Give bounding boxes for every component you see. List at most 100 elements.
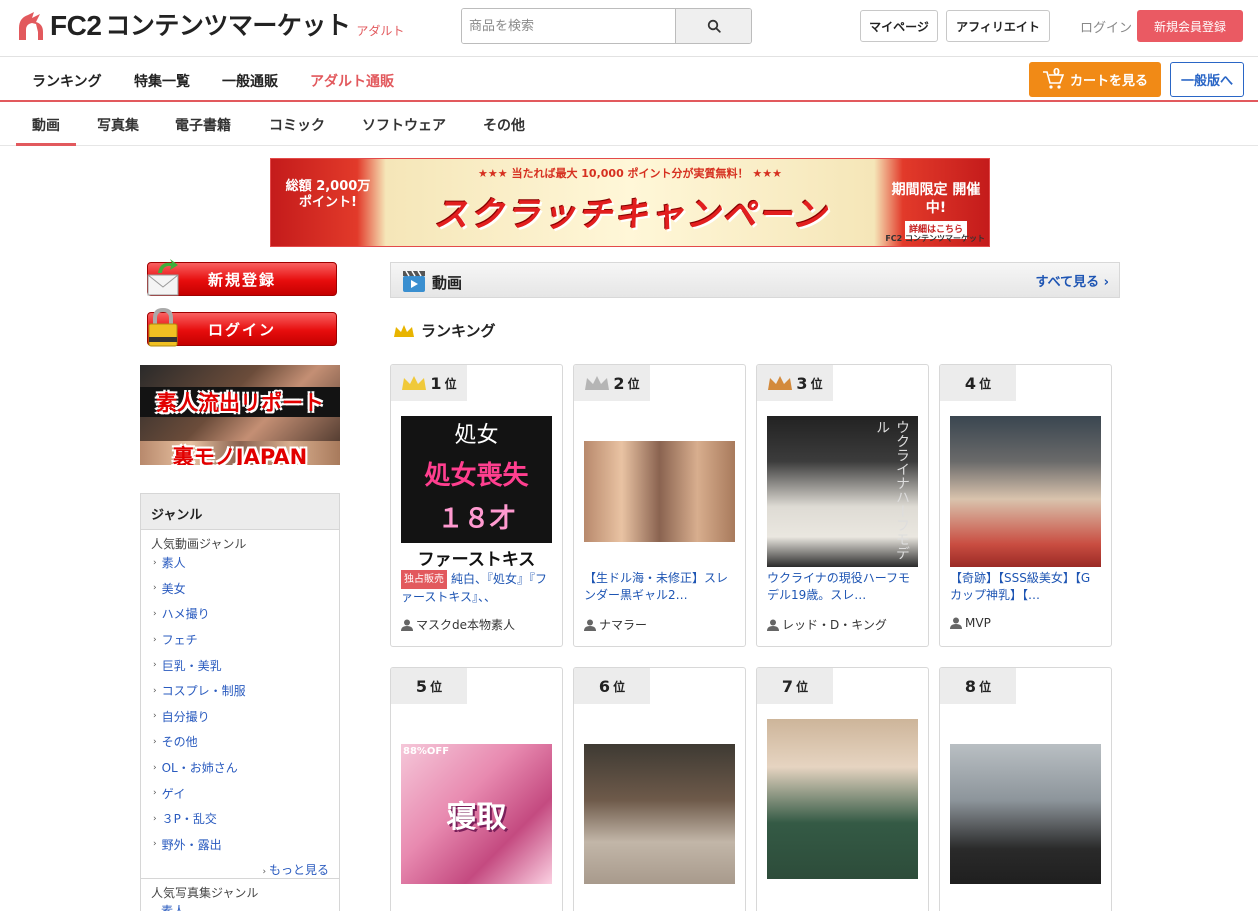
scratch-campaign-banner[interactable]: ★★★ 当たれば最大 10,000 ポイント分が実質無料！ ★★★ 総額 2,0…	[270, 158, 990, 247]
seller-link[interactable]: ナマラー	[584, 616, 647, 633]
see-all-link[interactable]: すべて見る ›	[1036, 271, 1109, 290]
genre-item[interactable]: › 巨乳・美乳	[141, 652, 339, 678]
silver-crown-icon	[585, 376, 610, 390]
product-thumbnail[interactable]: ウクライナハーフモデル	[767, 416, 918, 567]
rank-badge: 8位	[940, 668, 1016, 704]
arrow-icon: ›	[153, 736, 157, 747]
genre-item[interactable]: › ゲイ	[141, 780, 339, 806]
mypage-button[interactable]: マイページ	[860, 10, 938, 42]
tab-photobooks[interactable]: 写真集	[97, 115, 139, 135]
genre-item[interactable]: › 素人	[141, 550, 339, 576]
sidebar-ad-banner[interactable]: 素人流出リポート 裏モノJAPAN	[140, 365, 340, 465]
arrow-icon: ›	[153, 634, 157, 645]
genre-list: › 素人 › 美女 › ハメ撮り › フェチ › 巨乳・美乳 › コスプレ・制服 › 自分撮り…	[141, 550, 339, 857]
arrow-icon: ›	[153, 583, 157, 594]
product-thumbnail[interactable]	[950, 416, 1101, 567]
genre-item[interactable]: › 自分撮り	[141, 704, 339, 730]
seller-link[interactable]: レッド・D・キング	[767, 616, 887, 633]
rank-badge: 5位	[391, 668, 467, 704]
nav-features[interactable]: 特集一覧	[134, 71, 190, 91]
gold-crown-icon	[402, 376, 427, 390]
arrow-icon: ›	[153, 788, 157, 799]
cart-icon: 0	[1042, 67, 1065, 90]
logo-adult-label: アダルト	[356, 24, 405, 38]
photo-genre-item[interactable]: 素人	[161, 902, 185, 911]
logo-fc2-text: FC2	[50, 10, 102, 41]
cart-label: カートを見る	[1069, 74, 1148, 89]
product-title[interactable]: ウクライナの現役ハーフモデル19歳。スレ…	[767, 570, 919, 604]
tab-other[interactable]: その他	[483, 115, 525, 135]
nav-adult-shop[interactable]: アダルト通販	[310, 71, 394, 91]
popular-video-genres-label: 人気動画ジャンル	[151, 537, 247, 551]
ranking-card[interactable]: 5位 88%OFF 寝取	[390, 667, 563, 911]
ranking-heading: ランキング	[393, 320, 496, 341]
product-thumbnail[interactable]: 88%OFF 寝取	[401, 744, 552, 884]
discount-label: 88%OFF	[403, 746, 450, 757]
ranking-card[interactable]: 8位	[939, 667, 1112, 911]
popular-photo-genres-label: 人気写真集ジャンル	[141, 878, 339, 901]
tab-videos[interactable]: 動画	[32, 115, 60, 135]
genre-item[interactable]: › コスプレ・制服	[141, 678, 339, 704]
product-thumbnail[interactable]	[584, 744, 735, 884]
rank-badge: 7位	[757, 668, 833, 704]
sidebar-register-label: 新規登録	[207, 270, 276, 289]
arrow-icon: ›	[153, 608, 157, 619]
tab-comics[interactable]: コミック	[269, 115, 325, 135]
seller-link[interactable]: マスクde本物素人	[401, 616, 515, 633]
genre-item[interactable]: › OL・お姉さん	[141, 755, 339, 781]
sidebar-login-button[interactable]: ログイン	[147, 307, 337, 347]
clapperboard-icon	[403, 270, 425, 292]
tab-software[interactable]: ソフトウェア	[362, 115, 446, 135]
affiliate-button[interactable]: アフィリエイト	[946, 10, 1050, 42]
unicorn-logo-icon	[19, 12, 43, 40]
ranking-card[interactable]: 1位 処女 処女喪失 １８才 ファーストキス 独占販売 純白、『処女』『ファースト…	[390, 364, 563, 647]
ranking-card[interactable]: 4位 【奇跡】【SSS級美女】【Gカップ神乳】【… MVP	[939, 364, 1112, 647]
genre-item[interactable]: › フェチ	[141, 627, 339, 653]
bronze-crown-icon	[768, 376, 793, 390]
genre-more-link[interactable]: › もっと見る	[263, 861, 329, 878]
arrow-icon: ›	[153, 685, 157, 696]
genre-item[interactable]: › ３P・乱交	[141, 806, 339, 832]
tab-ebooks[interactable]: 電子書籍	[175, 115, 231, 135]
sidebar-login-label: ログイン	[207, 320, 276, 339]
banner-title: スクラッチキャンペーン	[433, 195, 829, 235]
banner-right-text: 期間限定 開催中! 詳細はこちら	[891, 181, 981, 239]
genre-item[interactable]: › 野外・露出	[141, 832, 339, 858]
site-logo[interactable]: FC2 コンテンツマーケット アダルト	[16, 10, 404, 42]
product-thumbnail[interactable]	[767, 719, 918, 879]
ranking-card[interactable]: 2位 【生ドル海・未修正】スレンダー黒ギャル2… ナマラー	[573, 364, 746, 647]
section-title: 動画	[432, 274, 463, 292]
general-version-button[interactable]: 一般版へ	[1170, 62, 1244, 97]
banner-brand-tag: FC2 コンテンツマーケット	[885, 234, 985, 243]
active-tab-indicator	[16, 143, 76, 146]
seller-link[interactable]: MVP	[950, 616, 991, 630]
search-input[interactable]	[462, 9, 675, 43]
product-title[interactable]: 独占販売 純白、『処女』『ファーストキス』、、	[401, 570, 553, 606]
ranking-card[interactable]: 3位 ウクライナハーフモデル ウクライナの現役ハーフモデル19歳。スレ… レッド…	[756, 364, 929, 647]
cart-button[interactable]: 0 カートを見る	[1029, 62, 1161, 97]
product-title[interactable]: 【奇跡】【SSS級美女】【Gカップ神乳】【…	[950, 570, 1102, 604]
product-thumbnail[interactable]: 処女 処女喪失 １８才 ファーストキス	[401, 416, 552, 567]
login-link[interactable]: ログイン	[1080, 17, 1132, 36]
rank-badge: 3位	[757, 365, 833, 401]
product-thumbnail[interactable]	[584, 441, 735, 542]
crown-icon	[394, 324, 414, 337]
main-nav: ランキング 特集一覧 一般通販 アダルト通販 0 カートを見る 一般版へ	[0, 57, 1258, 102]
site-header: FC2 コンテンツマーケット アダルト マイページ アフィリエイト ログイン 新…	[0, 0, 1258, 57]
ranking-card[interactable]: 7位	[756, 667, 929, 911]
logo-name-text: コンテンツマーケット	[105, 11, 351, 40]
video-section-header: 動画 すべて見る ›	[390, 262, 1120, 298]
genre-item[interactable]: › 美女	[141, 576, 339, 602]
genre-item[interactable]: › その他	[141, 729, 339, 755]
envelope-icon	[147, 259, 179, 296]
search-button[interactable]	[675, 9, 751, 43]
product-thumbnail[interactable]	[950, 744, 1101, 884]
genre-item[interactable]: › ハメ撮り	[141, 601, 339, 627]
nav-general-shop[interactable]: 一般通販	[222, 71, 278, 91]
rank-badge: 6位	[574, 668, 650, 704]
sidebar-register-button[interactable]: 新規登録	[147, 259, 337, 296]
ranking-card[interactable]: 6位	[573, 667, 746, 911]
nav-ranking[interactable]: ランキング	[32, 71, 102, 91]
product-title[interactable]: 【生ドル海・未修正】スレンダー黒ギャル2…	[584, 570, 736, 604]
register-button[interactable]: 新規会員登録	[1137, 10, 1243, 42]
